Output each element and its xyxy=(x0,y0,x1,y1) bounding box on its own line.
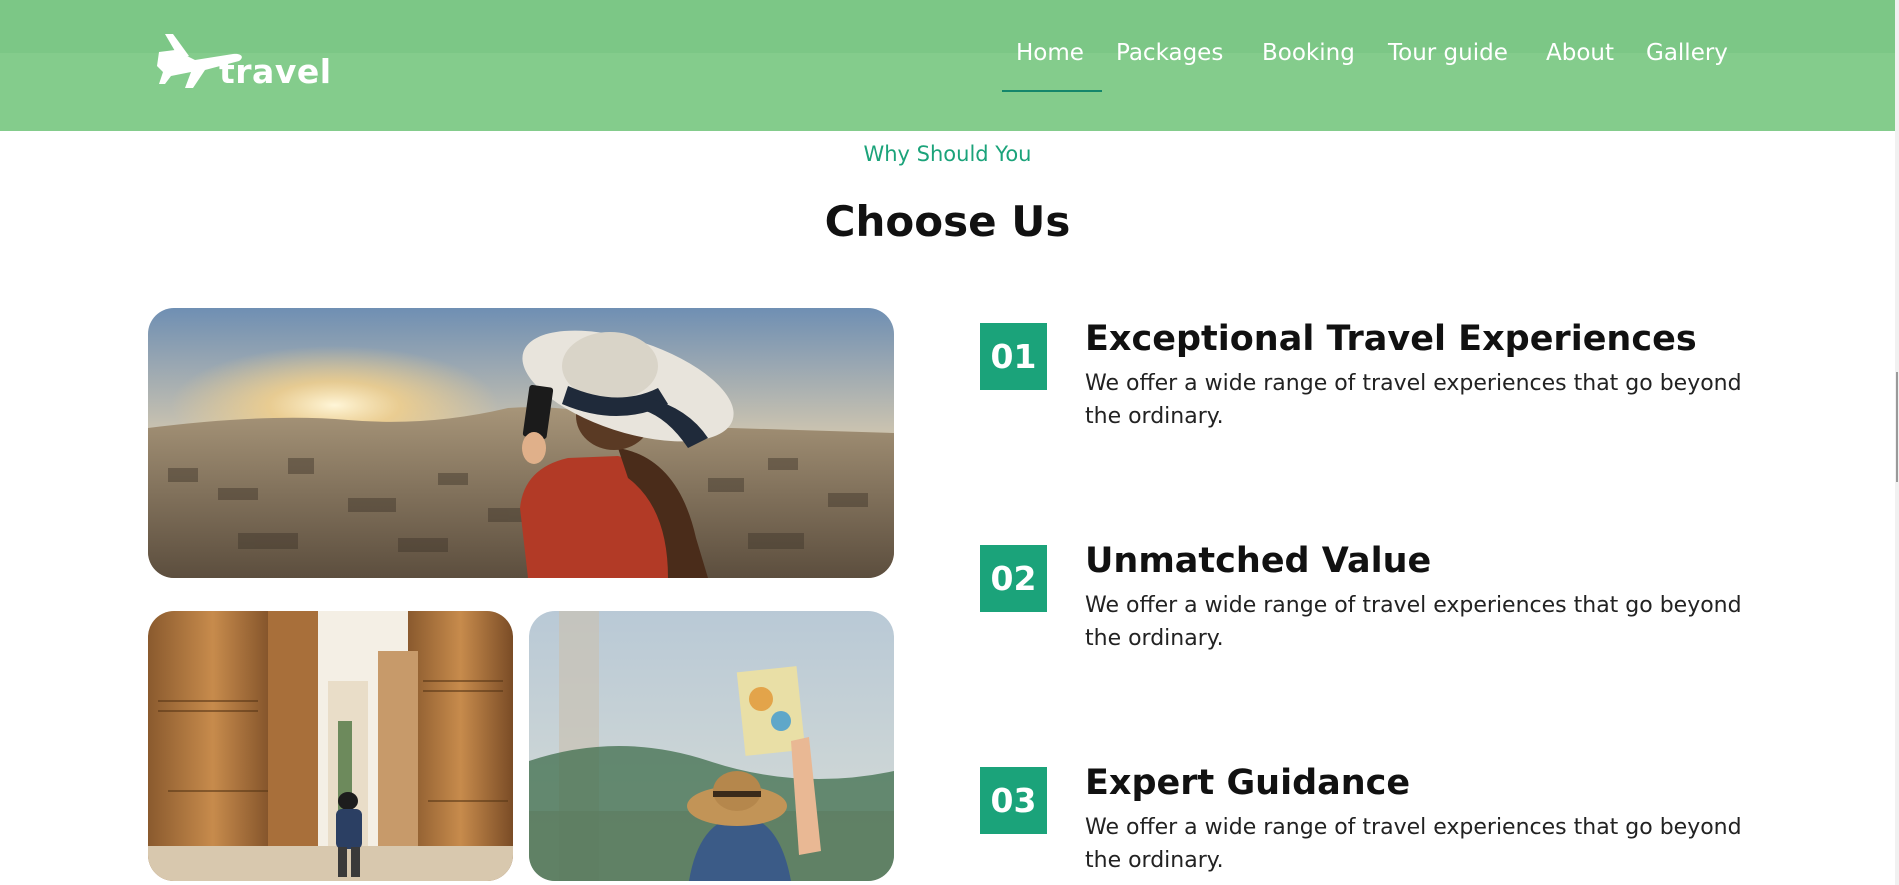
nav-item-booking[interactable]: Booking xyxy=(1262,40,1355,66)
nav-item-packages[interactable]: Packages xyxy=(1116,40,1223,66)
active-nav-indicator xyxy=(1002,90,1102,92)
page-scrollbar-thumb[interactable] xyxy=(1896,372,1898,482)
feature-description: We offer a wide range of travel experien… xyxy=(1085,593,1742,651)
feature-description: We offer a wide range of travel experien… xyxy=(1085,815,1742,873)
feature-title: Exceptional Travel Experiences xyxy=(1085,319,1697,359)
brand-logo[interactable]: travel xyxy=(155,30,332,94)
photo-traveler-with-hat xyxy=(148,308,894,578)
photo-traveler-with-map xyxy=(529,611,894,881)
feature-title: Unmatched Value xyxy=(1085,541,1432,581)
nav-item-tour-guide[interactable]: Tour guide xyxy=(1388,40,1508,66)
feature-number-badge: 02 xyxy=(980,545,1047,612)
section-title: Choose Us xyxy=(824,197,1071,246)
feature-description: We offer a wide range of travel experien… xyxy=(1085,371,1742,429)
photo-temple-columns xyxy=(148,611,513,881)
brand-name: travel xyxy=(219,52,332,91)
nav-item-about[interactable]: About xyxy=(1546,40,1614,66)
feature-number-badge: 01 xyxy=(980,323,1047,390)
section-kicker: Why Should You xyxy=(863,142,1032,166)
feature-number-badge: 03 xyxy=(980,767,1047,834)
feature-title: Expert Guidance xyxy=(1085,763,1411,803)
nav-item-gallery[interactable]: Gallery xyxy=(1646,40,1728,66)
nav-item-home[interactable]: Home xyxy=(1016,40,1084,66)
site-header: travel Home Packages Booking Tour guide … xyxy=(0,0,1895,131)
